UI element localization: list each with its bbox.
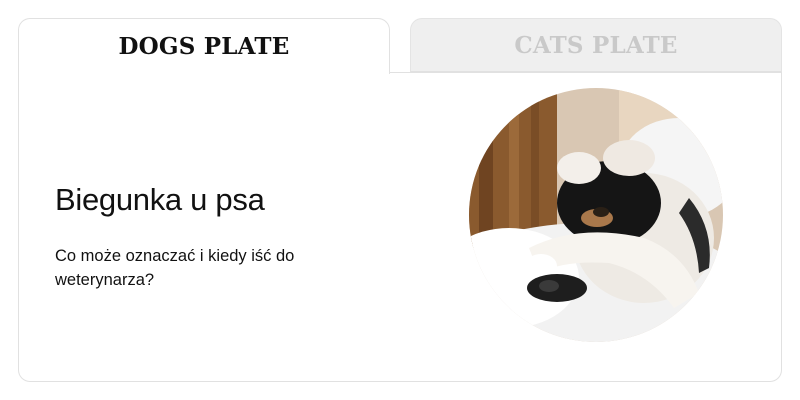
- panel-top-border: [390, 72, 782, 73]
- article-title[interactable]: Biegunka u psa: [55, 182, 265, 218]
- tab-cats-plate[interactable]: CATS PLATE: [410, 18, 782, 72]
- dogs-plate-panel: Biegunka u psa Co może oznaczać i kiedy …: [18, 72, 782, 382]
- article-subtitle: Co może oznaczać i kiedy iść do weteryna…: [55, 247, 295, 289]
- tab-dogs-plate-label: DOGS PLATE: [118, 33, 290, 60]
- tab-dogs-plate[interactable]: DOGS PLATE: [18, 18, 390, 74]
- dog-photo-illustration: [469, 88, 723, 342]
- dog-photo[interactable]: [469, 88, 723, 342]
- tab-cats-plate-label: CATS PLATE: [514, 31, 678, 59]
- plates-widget: DOGS PLATE CATS PLATE Biegunka u psa Co …: [18, 18, 782, 382]
